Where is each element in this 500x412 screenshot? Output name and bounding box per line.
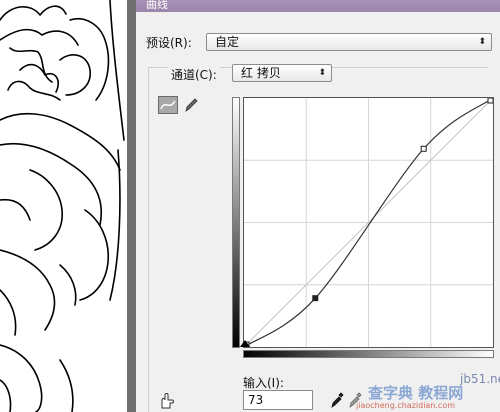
curve-tool-icon [160, 100, 176, 110]
watermark: jb51.net 查字典 教程网 jiaocheng.chazidian.com [356, 372, 500, 412]
eyedropper-black-icon[interactable] [330, 392, 344, 408]
pencil-tool-icon [185, 98, 198, 112]
watermark-url: jiaocheng.chazidian.com [356, 401, 456, 410]
canvas-image [0, 0, 127, 412]
channel-value: 红 拷贝 [241, 66, 281, 80]
input-label: 输入(I): [243, 376, 284, 390]
output-gradient-bar [232, 97, 240, 348]
preset-value: 自定 [215, 35, 240, 49]
black-point-slider[interactable] [240, 340, 250, 347]
watermark-site: jb51.net [460, 372, 500, 386]
watermark-brand: 查字典 教程网 [368, 384, 464, 402]
curve-control-point[interactable] [487, 97, 494, 104]
hand-adjust-icon[interactable] [158, 392, 178, 410]
curve-control-point[interactable] [420, 145, 427, 152]
pencil-tool-button[interactable] [182, 96, 200, 114]
curve-control-point[interactable] [312, 295, 319, 302]
channel-select[interactable]: 红 拷贝 ⬍ [232, 64, 332, 82]
channel-label: 通道(C): [168, 66, 220, 83]
dialog-title: 曲线 [146, 0, 168, 11]
curve-tool-button[interactable] [158, 96, 178, 114]
preset-label: 预设(R): [146, 36, 192, 50]
preset-select[interactable]: 自定 ⬍ [206, 33, 492, 51]
input-value-field[interactable]: 73 [243, 390, 313, 410]
select-arrow-icon: ⬍ [318, 68, 326, 78]
input-gradient-bar [243, 350, 494, 358]
dialog-titlebar[interactable]: 曲线 [136, 0, 500, 12]
curves-dialog: 曲线 预设(R): 自定 ⬍ 通道(C): 红 拷贝 ⬍ 输入(I): 73 j… [136, 0, 500, 412]
canvas-divider [127, 0, 136, 412]
group-divider-left [148, 67, 149, 412]
rose-line-art [0, 0, 125, 412]
curve-graph-svg [243, 97, 494, 348]
select-arrow-icon: ⬍ [478, 37, 486, 47]
curve-graph[interactable] [243, 97, 494, 348]
